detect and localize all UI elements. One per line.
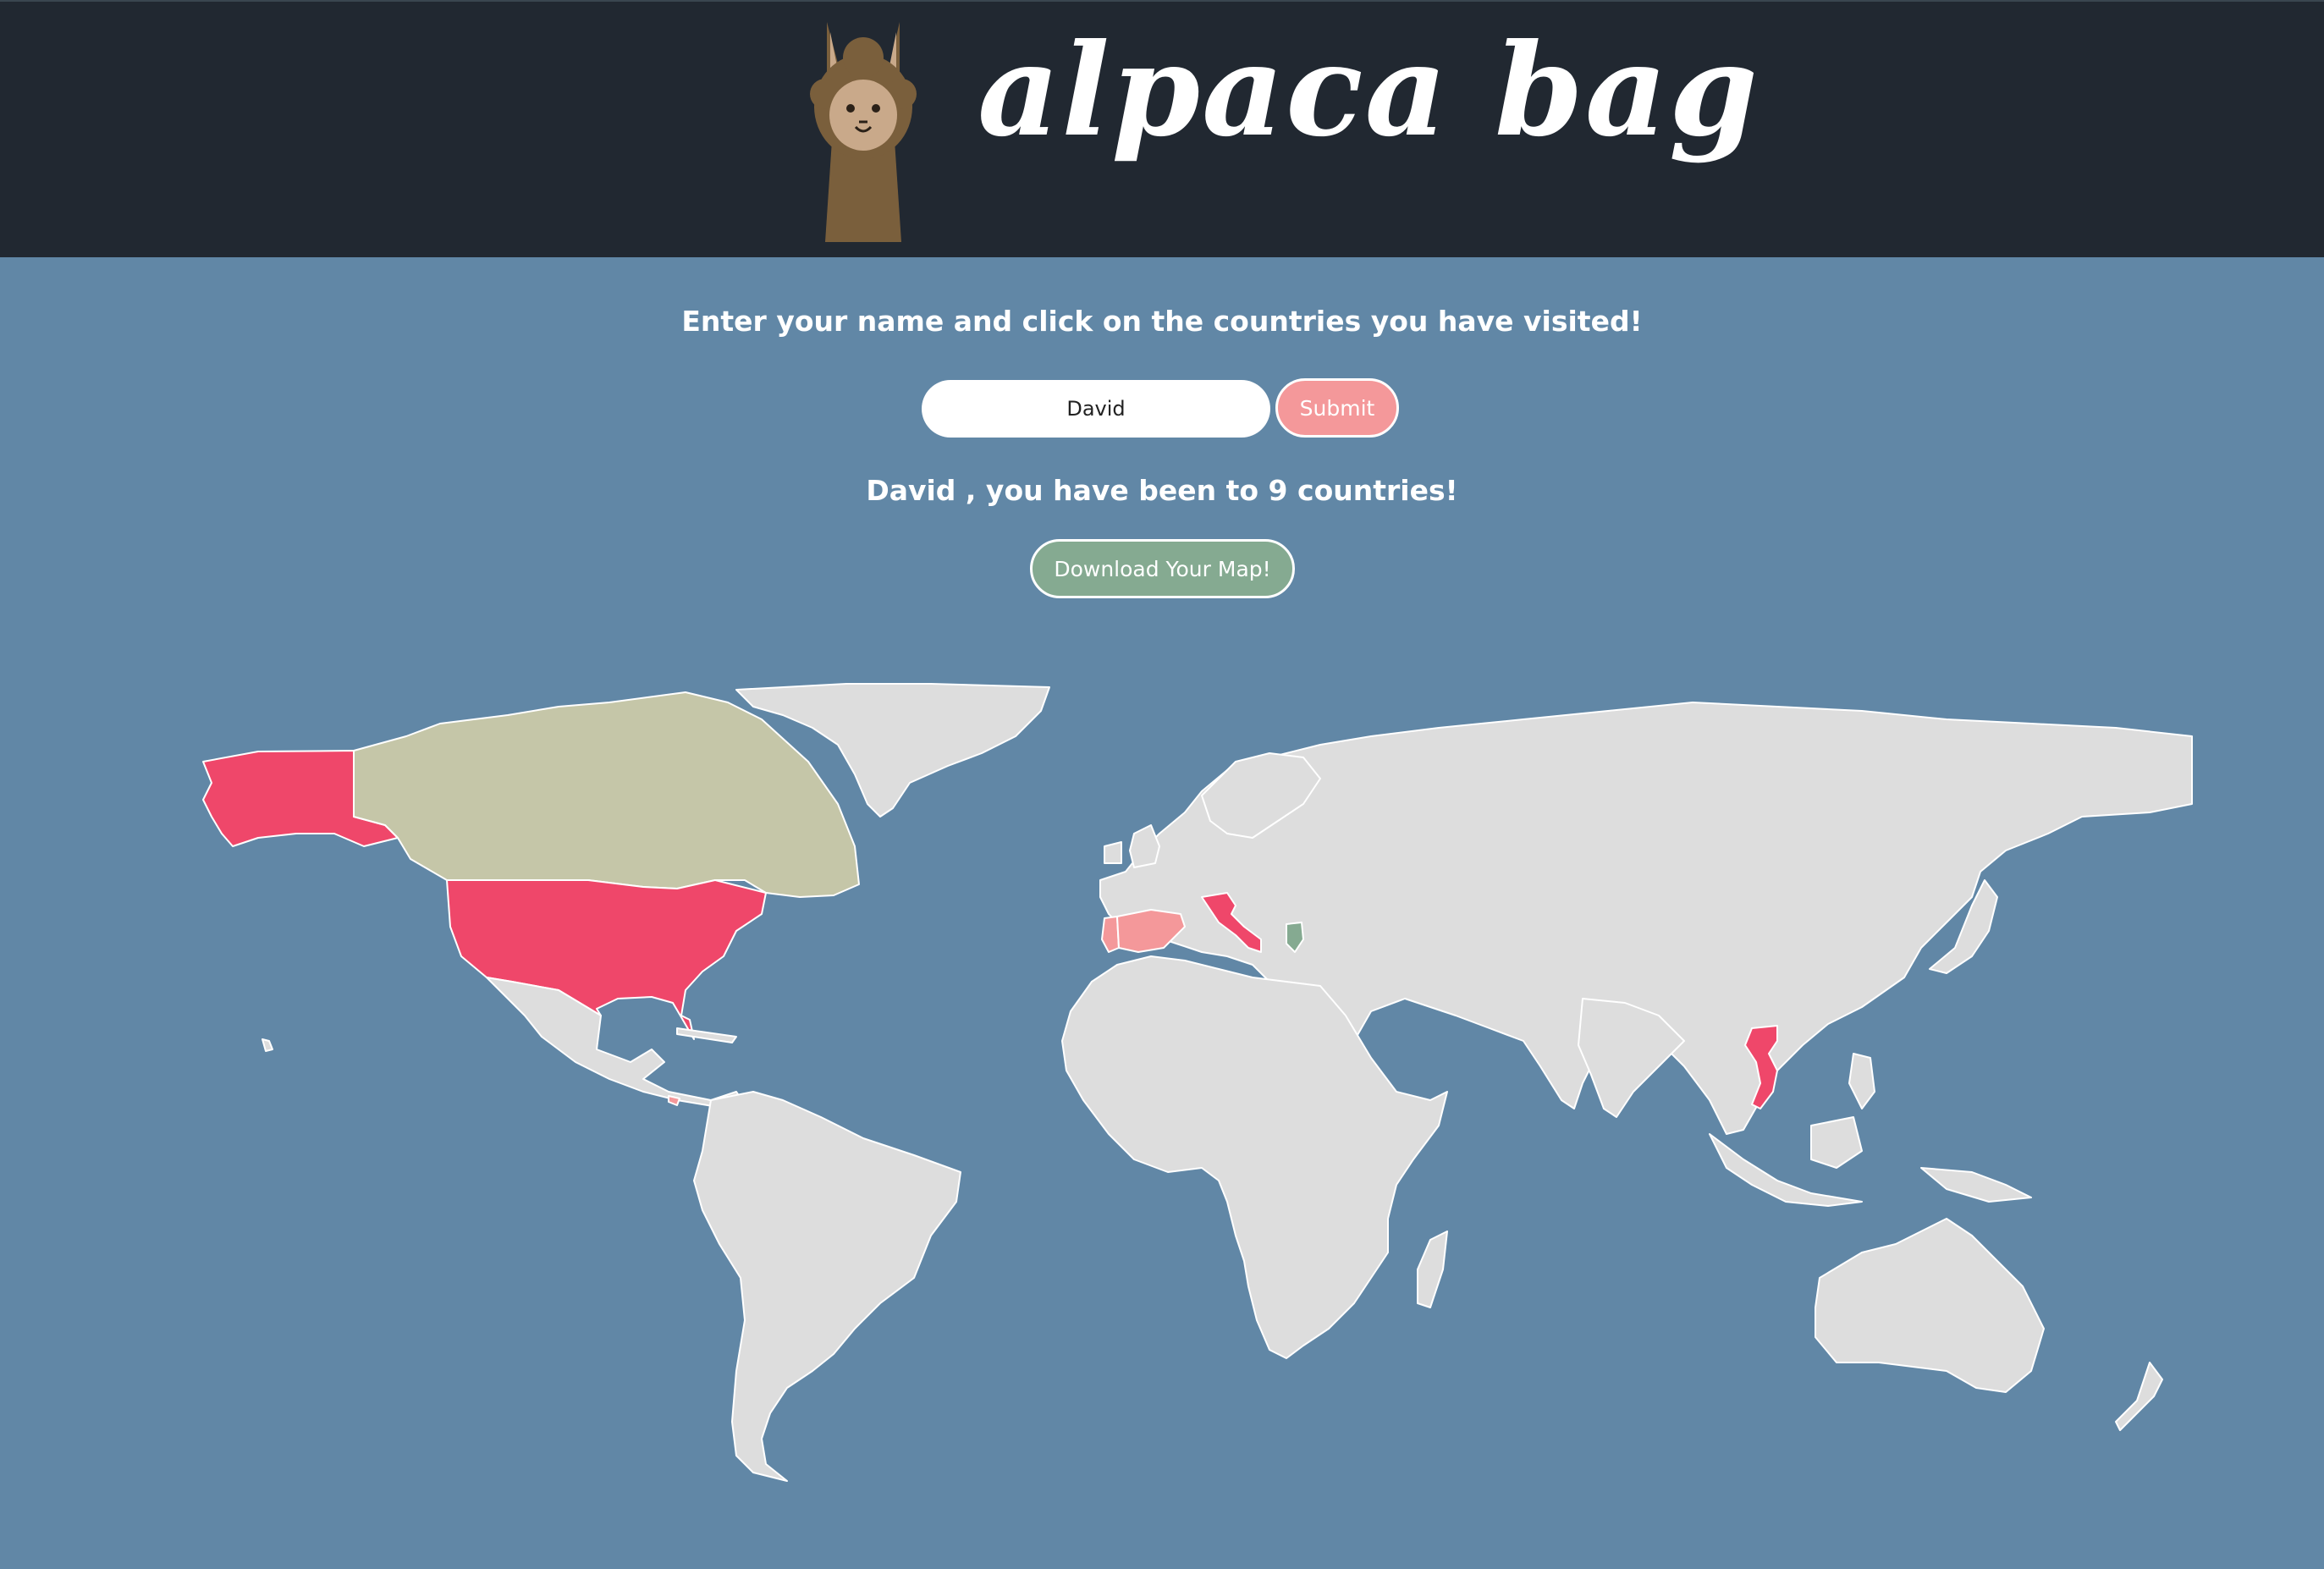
country-australia[interactable] (1815, 1218, 2045, 1393)
submit-button[interactable]: Submit (1275, 378, 1399, 438)
country-costa-rica[interactable] (668, 1095, 680, 1106)
logo-text: alpaca bag (978, 16, 1760, 165)
country-philippines[interactable] (1848, 1053, 1875, 1109)
world-map (202, 683, 2193, 1482)
country-africa[interactable] (1061, 955, 1448, 1359)
country-ireland[interactable] (1104, 841, 1122, 864)
country-portugal[interactable] (1101, 916, 1120, 953)
instruction-text: Enter your name and click on the countri… (681, 305, 1643, 338)
country-spain[interactable] (1116, 909, 1186, 953)
visited-count-message: David , you have been to 9 countries! (0, 474, 2324, 507)
country-new-guinea[interactable] (1920, 1167, 2032, 1203)
country-madagascar[interactable] (1417, 1230, 1448, 1308)
country-new-zealand[interactable] (2115, 1362, 2163, 1431)
countries (202, 683, 2193, 1482)
country-borneo[interactable] (1810, 1116, 1863, 1169)
country-uk[interactable] (1129, 824, 1160, 868)
result-text-mid: , you have been to (955, 474, 1269, 507)
country-south-america[interactable] (693, 1091, 961, 1482)
result-count: 9 (1268, 474, 1288, 507)
result-text-end: countries! (1287, 474, 1458, 507)
country-canada[interactable] (353, 691, 860, 898)
site-header: alpaca bag (0, 0, 2324, 257)
country-united-states[interactable] (446, 879, 767, 1040)
result-name: David (866, 474, 956, 507)
country-cuba[interactable] (676, 1027, 737, 1043)
country-hawaii[interactable] (262, 1038, 273, 1052)
name-input[interactable] (922, 380, 1270, 438)
download-map-button[interactable]: Download Your Map! (1030, 539, 1295, 598)
alpaca-icon (810, 22, 917, 242)
